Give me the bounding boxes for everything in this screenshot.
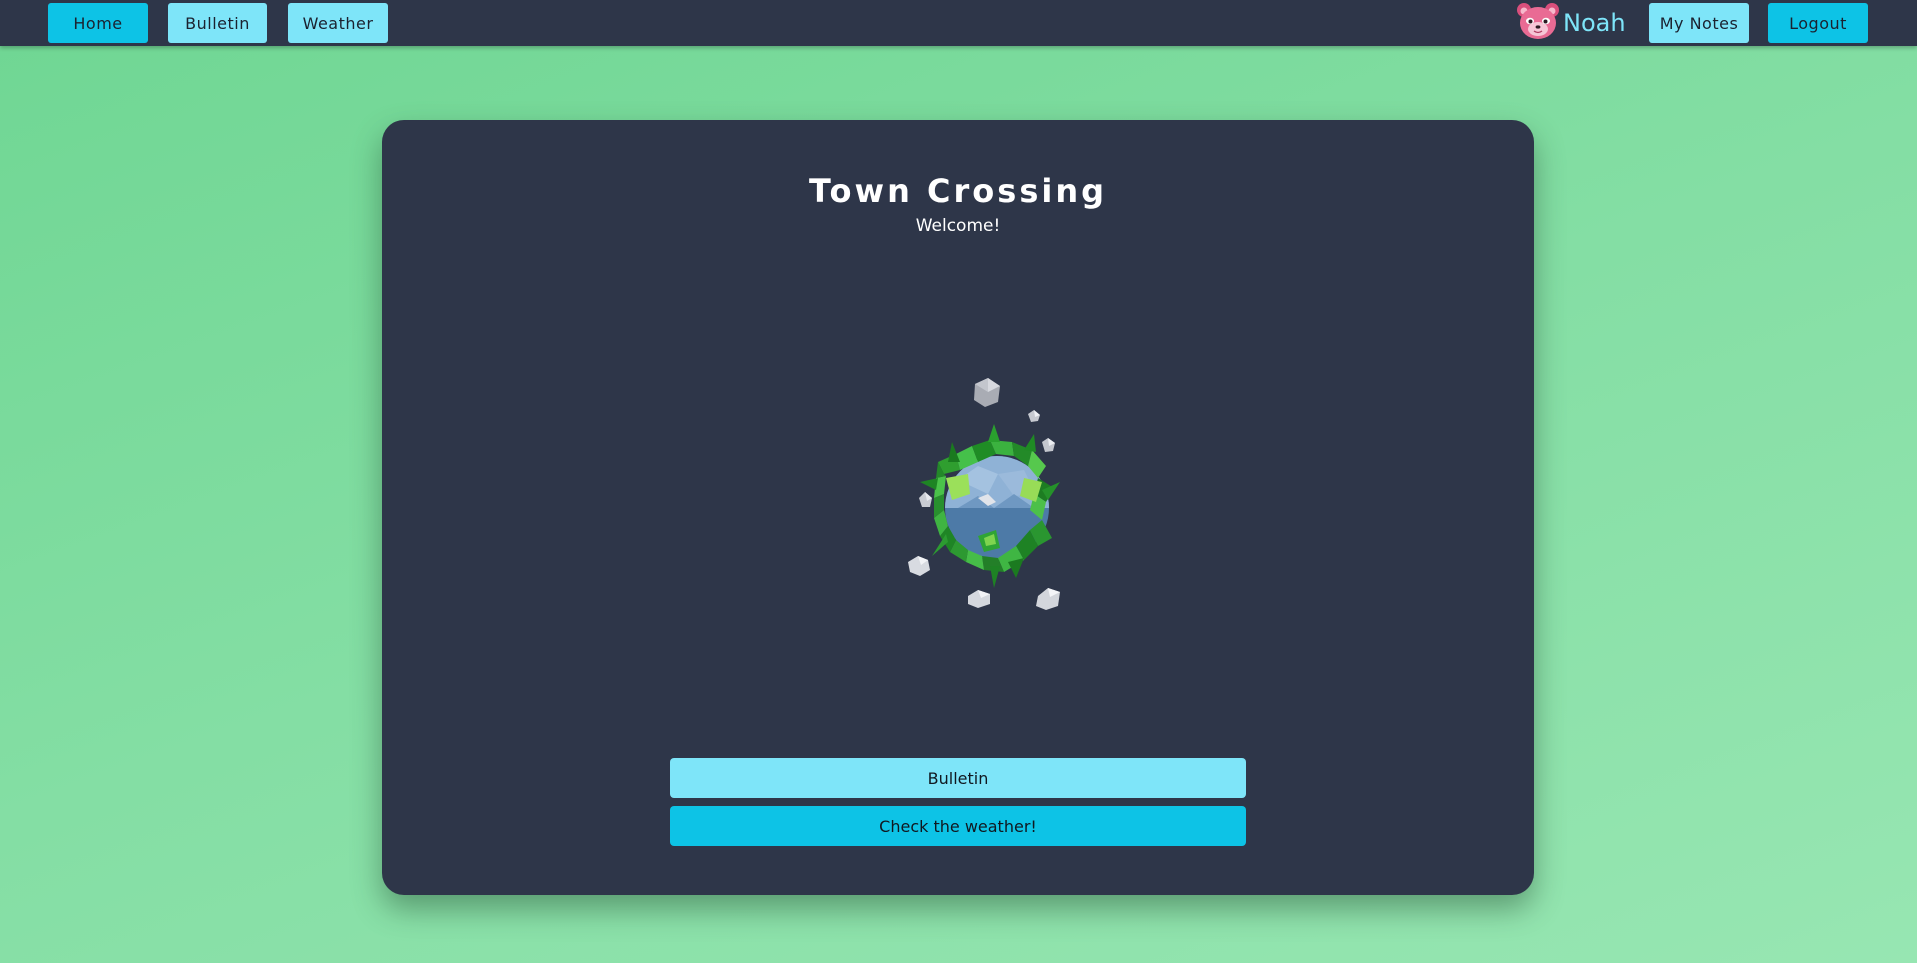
check-weather-button[interactable]: Check the weather! bbox=[670, 806, 1246, 846]
red-panda-avatar-icon bbox=[1515, 1, 1561, 45]
bulletin-nav-button[interactable]: Bulletin bbox=[168, 3, 267, 43]
welcome-card: Town Crossing Welcome! Bulletin Check th… bbox=[382, 120, 1534, 895]
page-title: Town Crossing bbox=[808, 172, 1108, 210]
welcome-subtitle: Welcome! bbox=[915, 216, 1001, 236]
weather-nav-button[interactable]: Weather bbox=[288, 3, 388, 43]
low-poly-planet-icon bbox=[828, 370, 1088, 620]
bulletin-button[interactable]: Bulletin bbox=[670, 758, 1246, 798]
logout-button[interactable]: Logout bbox=[1768, 3, 1868, 43]
my-notes-button[interactable]: My Notes bbox=[1649, 3, 1749, 43]
top-navbar: Home Bulletin Weather Noah My Notes Logo… bbox=[0, 0, 1917, 46]
home-nav-button[interactable]: Home bbox=[48, 3, 148, 43]
user-profile[interactable]: Noah bbox=[1515, 3, 1626, 43]
user-name[interactable]: Noah bbox=[1563, 9, 1626, 37]
